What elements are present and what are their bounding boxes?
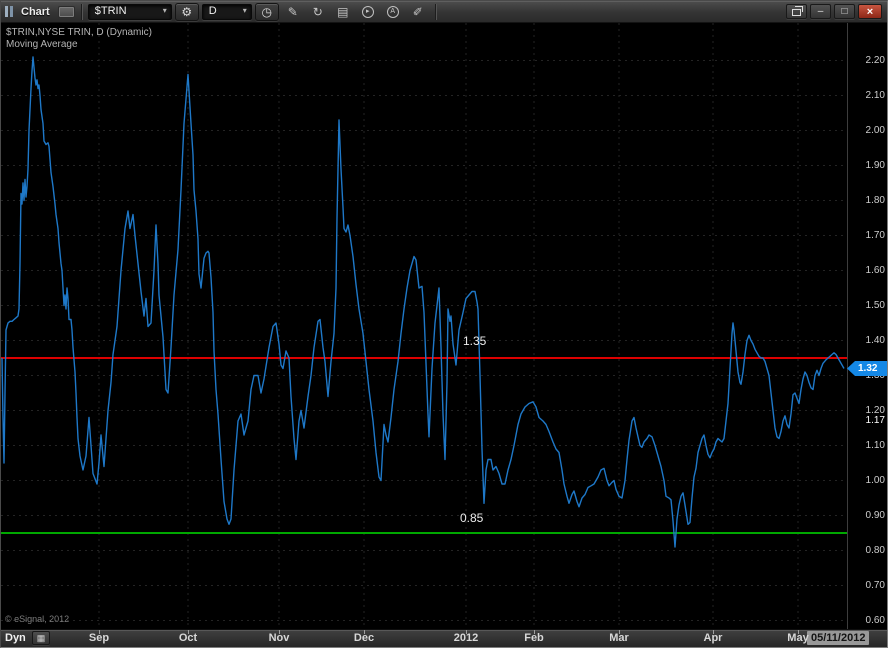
time-axis-bar[interactable]: Dyn ▦ 05/11/2012 Sep Oct Nov Dec 2012 Feb Mar A… <box>1 629 887 647</box>
month-label: Dec <box>353 632 375 644</box>
price-axis-label: 0.80 <box>865 544 885 556</box>
play-circle-icon: ▸ <box>361 5 374 18</box>
indicator-label: Moving Average <box>6 39 78 50</box>
auto-circle-icon: A <box>386 5 399 18</box>
reference-line-label: 0.85 <box>460 511 484 525</box>
toolbar: Chart $TRIN ▾ ⚙ D ▾ ◷ ✎ ↻ ▤ ▸ A ✐ – □ × <box>1 1 887 23</box>
price-axis-label: 1.00 <box>865 474 885 486</box>
eraser-icon: ✐ <box>412 4 423 19</box>
maximize-button[interactable]: □ <box>834 4 855 19</box>
symbol-value: $TRIN <box>94 5 127 17</box>
last-price-badge: 1.32 <box>847 361 887 376</box>
link-badge-icon[interactable] <box>57 5 75 18</box>
draw-tool-button[interactable]: ✎ <box>282 3 304 21</box>
price-axis-label: 1.70 <box>865 229 885 241</box>
close-icon: × <box>866 5 874 18</box>
reference-line-label: 1.35 <box>463 334 487 348</box>
replay-button[interactable]: ▸ <box>357 3 379 21</box>
refresh-icon: ↻ <box>312 4 323 19</box>
last-date-badge: 05/11/2012 <box>807 631 870 645</box>
price-axis-label: 1.40 <box>865 334 885 346</box>
restore-button[interactable] <box>786 4 807 19</box>
restore-icon <box>792 6 803 16</box>
price-axis-label: 2.10 <box>865 89 885 101</box>
month-label: Oct <box>178 632 198 644</box>
interval-value: D <box>208 5 217 17</box>
symbol-dropdown[interactable]: $TRIN ▾ <box>87 3 172 20</box>
window-controls: – □ × <box>786 4 883 19</box>
price-axis-label: 1.20 <box>865 404 885 416</box>
gear-icon: ⚙ <box>181 4 193 19</box>
chart-icon <box>5 6 14 17</box>
month-label: 2012 <box>453 632 479 644</box>
refresh-button[interactable]: ↻ <box>307 3 329 21</box>
chart-canvas[interactable] <box>1 23 887 629</box>
month-label: Sep <box>88 632 110 644</box>
eraser-button[interactable]: ✐ <box>407 3 429 21</box>
month-label: Nov <box>268 632 290 644</box>
minimize-button[interactable]: – <box>810 4 831 19</box>
interval-dropdown[interactable]: D ▾ <box>201 3 252 20</box>
chevron-down-icon: ▾ <box>242 6 247 15</box>
price-axis-label: 0.90 <box>865 509 885 521</box>
clock-icon: ◷ <box>261 4 272 19</box>
symbol-settings-button[interactable]: ⚙ <box>174 2 199 21</box>
plot-area[interactable]: $TRIN,NYSE TRIN, D (Dynamic) Moving Aver… <box>1 23 887 629</box>
dyn-mode-label: Dyn <box>5 632 26 644</box>
window-title: Chart <box>21 5 50 18</box>
chart-window: Chart $TRIN ▾ ⚙ D ▾ ◷ ✎ ↻ ▤ ▸ A ✐ – □ × … <box>0 0 888 648</box>
comment-icon: ▤ <box>337 4 349 19</box>
auto-scale-button[interactable]: A <box>382 3 404 21</box>
toolbar-separator <box>80 3 82 20</box>
price-axis-label: 1.90 <box>865 159 885 171</box>
price-axis-label: 1.10 <box>865 439 885 451</box>
symbol-description: $TRIN,NYSE TRIN, D (Dynamic) <box>6 27 152 38</box>
maximize-icon: □ <box>841 5 848 17</box>
month-label: Mar <box>609 632 629 644</box>
toolbar-separator <box>434 3 436 20</box>
price-axis-label: 2.20 <box>865 54 885 66</box>
price-axis-label: 1.80 <box>865 194 885 206</box>
chart-header: $TRIN,NYSE TRIN, D (Dynamic) Moving Aver… <box>6 27 152 51</box>
time-template-button[interactable]: ▦ <box>32 631 50 645</box>
price-axis-label: 1.50 <box>865 299 885 311</box>
esignal-watermark: © eSignal, 2012 <box>5 614 70 624</box>
time-interval-button[interactable]: ◷ <box>254 2 279 21</box>
price-axis-label: 1.60 <box>865 264 885 276</box>
month-label: May <box>787 632 809 644</box>
ma-value-label: 1.17 <box>865 415 885 426</box>
close-button[interactable]: × <box>858 4 882 19</box>
chevron-down-icon: ▾ <box>162 6 167 15</box>
minimize-icon: – <box>817 5 824 17</box>
pencil-icon: ✎ <box>287 4 298 19</box>
comment-button[interactable]: ▤ <box>332 3 354 21</box>
price-axis-label: 2.00 <box>865 124 885 136</box>
month-label: Apr <box>703 632 723 644</box>
price-axis-label: 0.70 <box>865 579 885 591</box>
price-axis-label: 0.60 <box>865 614 885 626</box>
month-label: Feb <box>524 632 544 644</box>
